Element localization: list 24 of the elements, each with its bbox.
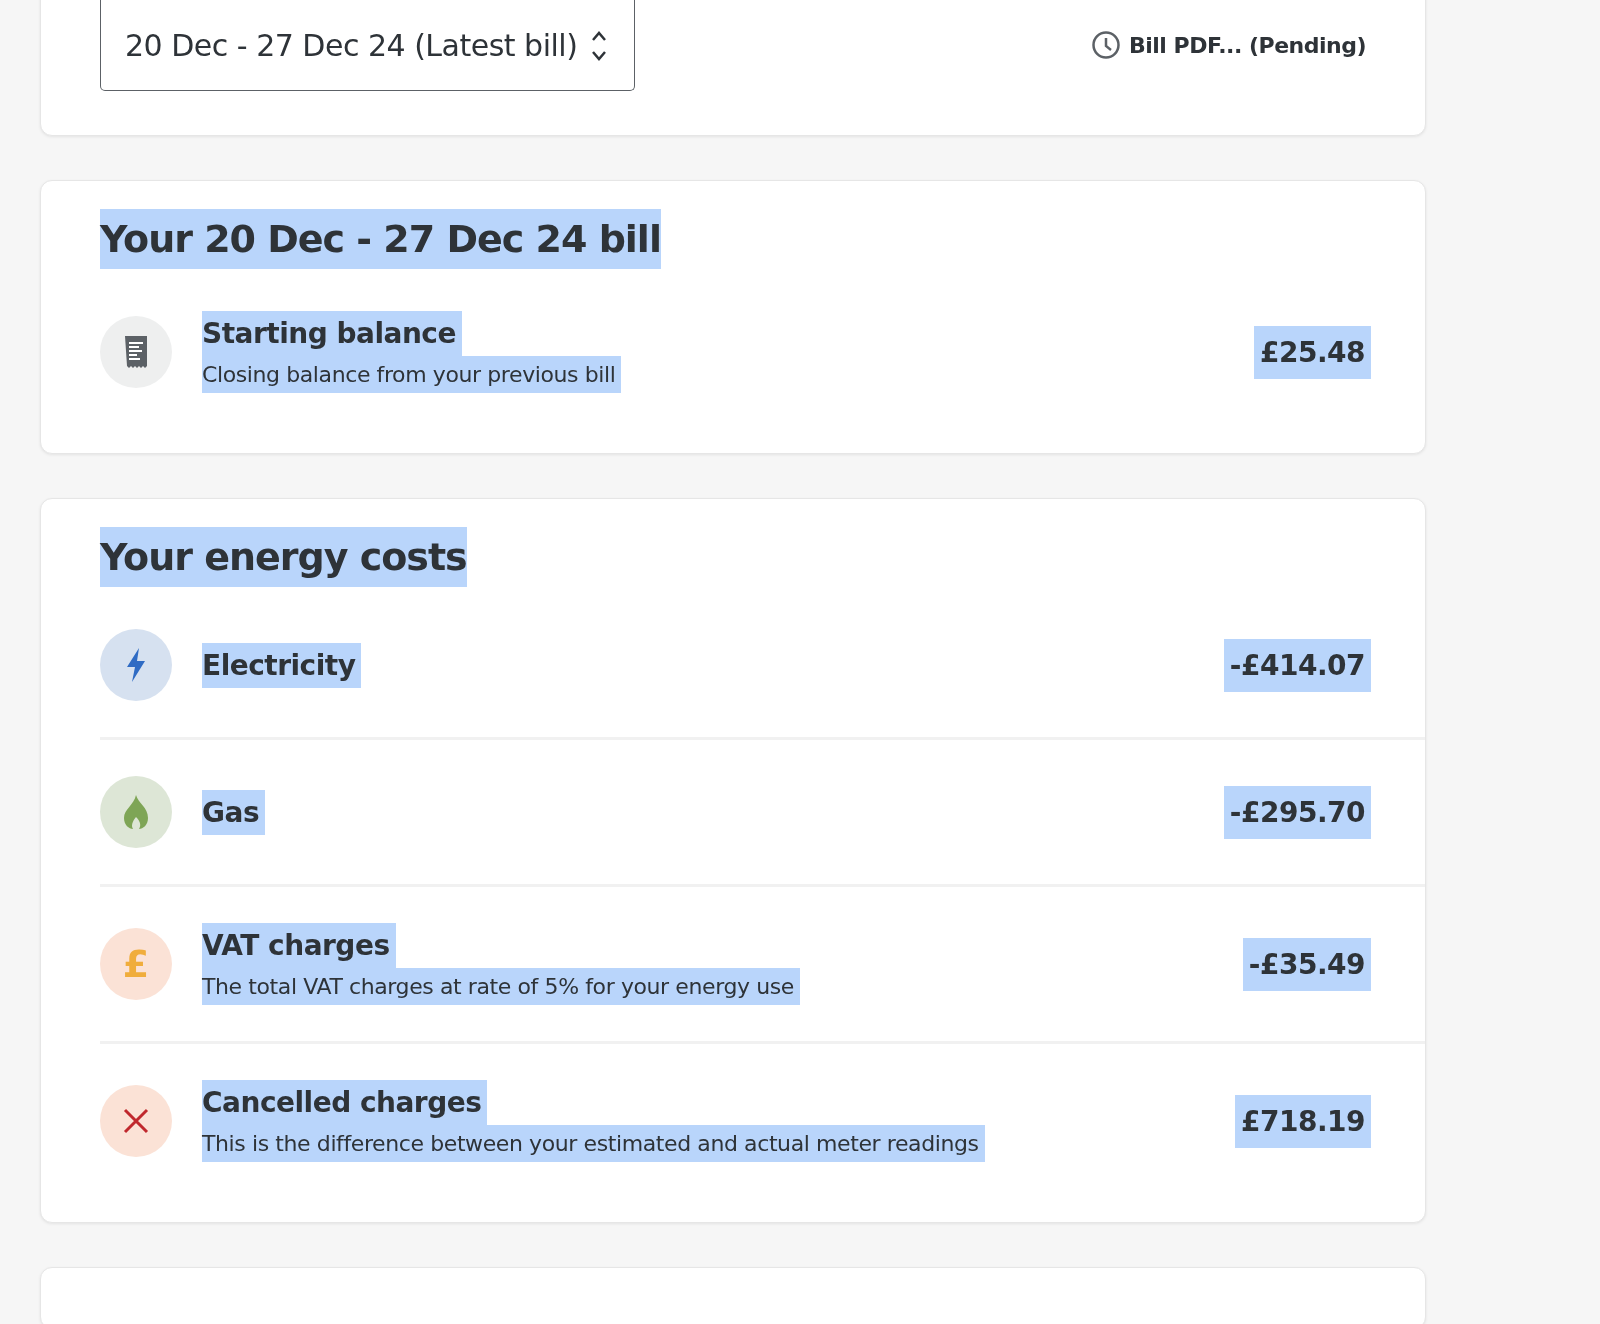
receipt-icon: [123, 334, 149, 370]
charge-amount: -£35.49: [1242, 937, 1371, 991]
bill-pdf-label: Bill PDF... (Pending): [1129, 32, 1366, 58]
bill-pdf-link[interactable]: Bill PDF... (Pending): [1091, 12, 1366, 60]
charge-amount: -£414.07: [1223, 638, 1371, 692]
charge-label: Electricity: [202, 642, 362, 688]
charge-description: Closing balance from your previous bill: [202, 356, 622, 393]
charge-amount: £718.19: [1234, 1094, 1371, 1148]
section-heading: Your 20 Dec - 27 Dec 24 bill: [100, 209, 661, 269]
charge-label: Gas: [202, 789, 266, 835]
bill-period-select[interactable]: 20 Dec - 27 Dec 24 (Latest bill): [100, 0, 635, 91]
section-heading: Your energy costs: [100, 527, 467, 587]
charge-amount: £25.48: [1253, 325, 1371, 379]
charge-description: This is the difference between your estimated and actual meter readings: [202, 1125, 985, 1162]
clock-icon: [1091, 30, 1121, 60]
pound-icon: £: [122, 945, 150, 983]
charge-description: The total VAT charges at rate of 5% for your energy use: [202, 968, 800, 1005]
close-icon: [123, 1108, 149, 1134]
charge-label: Cancelled charges: [202, 1080, 488, 1125]
flame-icon: [122, 794, 150, 830]
charge-label: Starting balance: [202, 311, 462, 356]
charge-label: VAT charges: [202, 923, 396, 968]
lightning-icon: [125, 647, 147, 683]
charge-amount: -£295.70: [1223, 785, 1371, 839]
